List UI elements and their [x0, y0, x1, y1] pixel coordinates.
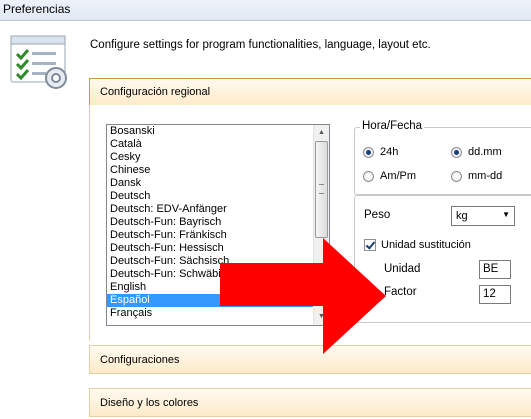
section-title: Configuraciones	[100, 354, 180, 366]
unidad-label: Unidad	[384, 263, 421, 275]
header-description: Configure settings for program functiona…	[90, 39, 431, 51]
scroll-up-icon[interactable]: ▲	[315, 126, 328, 140]
unidad-sustitucion-label: Unidad sustitución	[381, 239, 471, 251]
language-item[interactable]: Chinese	[107, 164, 329, 177]
title-bar: Preferencias	[0, 0, 531, 21]
language-item[interactable]: Cesky	[107, 151, 329, 164]
radio-ddmm-label: dd.mm	[468, 146, 502, 158]
language-item[interactable]: Dansk	[107, 177, 329, 190]
language-item[interactable]: Bosanski	[107, 125, 329, 138]
window-title: Preferencias	[3, 2, 71, 16]
radio-selected-icon	[451, 146, 462, 158]
radio-mmdd[interactable]: mm-dd	[451, 170, 502, 182]
radio-24h[interactable]: 24h	[363, 146, 398, 158]
factor-label: Factor	[384, 286, 417, 298]
radio-ddmm[interactable]: dd.mm	[451, 146, 502, 158]
language-item[interactable]: Deutsch	[107, 190, 329, 203]
section-title: Configuración regional	[100, 86, 211, 98]
section-diseno-colores[interactable]: Diseño y los colores	[89, 388, 531, 417]
red-arrow-icon	[220, 238, 386, 354]
language-item[interactable]: Deutsch-Fun: Bayrisch	[107, 216, 329, 229]
language-item[interactable]: Deutsch: EDV-Anfänger	[107, 203, 329, 216]
scroll-thumb[interactable]	[315, 141, 328, 238]
section-title: Diseño y los colores	[100, 397, 199, 409]
radio-mmdd-label: mm-dd	[468, 170, 503, 182]
radio-ampm-label: Am/Pm	[380, 170, 417, 182]
grip-icon	[319, 184, 324, 194]
hora-fecha-title: Hora/Fecha	[360, 120, 425, 132]
radio-unselected-icon	[451, 170, 462, 182]
peso-unit-select[interactable]: kg ▼	[451, 206, 515, 226]
unidad-input[interactable]: BE	[479, 260, 511, 279]
language-item[interactable]: Català	[107, 138, 329, 151]
radio-ampm[interactable]: Am/Pm	[363, 170, 416, 182]
chevron-down-icon: ▼	[502, 210, 510, 219]
peso-label: Peso	[364, 209, 391, 221]
radio-24h-label: 24h	[380, 146, 399, 158]
radio-unselected-icon	[363, 170, 374, 182]
settings-checklist-icon	[10, 35, 67, 89]
radio-selected-icon	[363, 146, 374, 158]
hora-fecha-group	[354, 127, 531, 195]
factor-input[interactable]: 12	[479, 285, 511, 304]
section-configuracion-regional[interactable]: Configuración regional	[89, 78, 531, 106]
peso-unit-value: kg	[456, 210, 468, 222]
